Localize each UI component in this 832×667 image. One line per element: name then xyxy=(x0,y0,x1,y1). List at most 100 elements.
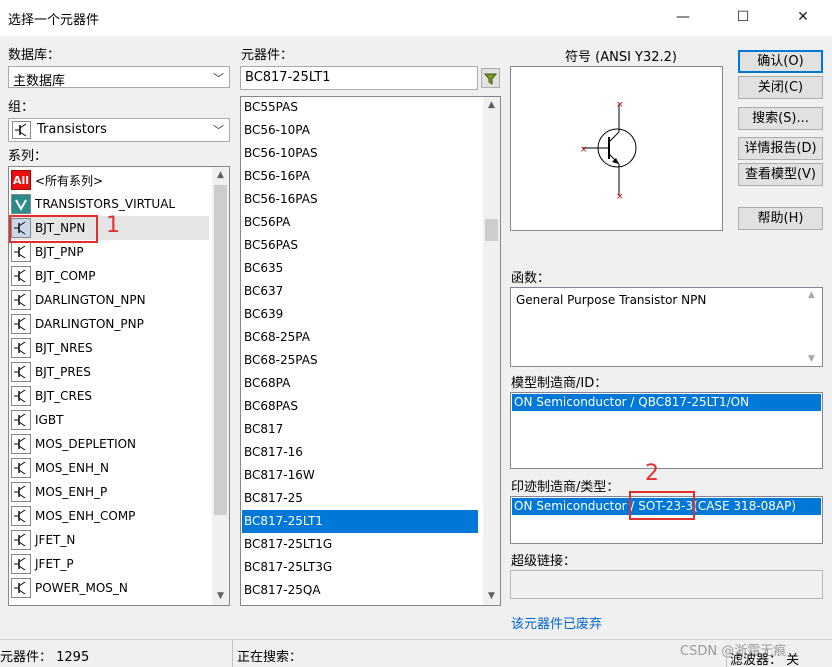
component-item[interactable]: BC55PAS xyxy=(242,97,478,119)
series-item[interactable]: All <所有系列> xyxy=(11,168,209,192)
function-box: General Purpose Transistor NPN ▲ ▼ xyxy=(510,287,823,367)
svg-text:×: × xyxy=(580,145,588,155)
component-item[interactable]: BC68-25PAS xyxy=(242,349,478,372)
mos-depletion-icon xyxy=(11,434,31,454)
deprecated-link[interactable]: 该元器件已废弃 xyxy=(511,613,602,632)
series-item[interactable]: MOS_ENH_COMP xyxy=(11,504,209,528)
series-item[interactable]: BJT_CRES xyxy=(11,384,209,408)
minimize-button[interactable]: — xyxy=(660,0,706,34)
component-scrollbar[interactable]: ▲ ▼ xyxy=(483,97,500,605)
component-item[interactable]: BC56PAS xyxy=(242,234,478,257)
scroll-thumb[interactable] xyxy=(214,185,227,515)
component-item[interactable]: BC56-16PA xyxy=(242,165,478,188)
database-select[interactable]: 主数据库 ﹀ xyxy=(8,66,230,89)
model-list[interactable]: ON Semiconductor / QBC817-25LT1/ON xyxy=(510,392,823,469)
component-item[interactable]: BC817-25LT3G xyxy=(242,556,478,579)
series-item[interactable]: BJT_PNP xyxy=(11,240,209,264)
annotation-number-2: 2 xyxy=(645,461,659,486)
series-item[interactable]: BJT_COMP xyxy=(11,264,209,288)
status-filter: 滤波器： 关 xyxy=(730,653,800,667)
bjt-nres-icon xyxy=(11,338,31,358)
component-search-input[interactable]: BC817-25LT1 xyxy=(240,66,478,90)
view-model-button[interactable]: 查看模型(V) xyxy=(738,163,823,186)
series-item[interactable]: MOS_ENH_N xyxy=(11,456,209,480)
function-scrollbar[interactable]: ▲ ▼ xyxy=(805,288,822,366)
filter-button[interactable] xyxy=(481,68,500,88)
component-item[interactable]: BC817-16W xyxy=(242,464,478,487)
series-item[interactable]: IGBT xyxy=(11,408,209,432)
scroll-up-icon[interactable]: ▲ xyxy=(483,97,500,114)
series-item[interactable]: DARLINGTON_PNP xyxy=(11,312,209,336)
series-item-label: IGBT xyxy=(35,413,64,427)
hyperlink-label: 超级链接： xyxy=(511,554,577,569)
close-button[interactable]: 关闭(C) xyxy=(738,76,823,99)
jfet-p-icon xyxy=(11,554,31,574)
window-title: 选择一个元器件 xyxy=(8,13,100,28)
component-item[interactable]: BC817-25LT1G xyxy=(242,533,478,556)
series-item-label: MOS_DEPLETION xyxy=(35,437,137,451)
help-button[interactable]: 帮助(H) xyxy=(738,207,823,230)
component-item[interactable]: BC817-16 xyxy=(242,441,478,464)
transistor-virtual-icon xyxy=(11,194,31,214)
detail-report-button[interactable]: 详情报告(D) xyxy=(738,137,823,160)
series-item-label: MOS_ENH_N xyxy=(35,461,109,475)
series-item[interactable]: POWER_MOS_N xyxy=(11,576,209,600)
component-item[interactable]: BC639 xyxy=(242,303,478,326)
series-item-label: MOS_ENH_COMP xyxy=(35,509,136,523)
jfet-n-icon xyxy=(11,530,31,550)
component-item[interactable]: BC56-16PAS xyxy=(242,188,478,211)
funnel-icon xyxy=(483,73,498,85)
svg-text:×: × xyxy=(616,192,624,202)
series-item[interactable]: MOS_DEPLETION xyxy=(11,432,209,456)
component-item[interactable]: BC817-25 xyxy=(242,487,478,510)
component-item[interactable]: BC817-25QA xyxy=(242,579,478,602)
series-item[interactable]: JFET_P xyxy=(11,552,209,576)
component-value: BC817-25LT1 xyxy=(245,70,331,85)
component-list[interactable]: BC55PAS BC56-10PA BC56-10PAS BC56-16PA BC56-… xyxy=(240,96,501,606)
ok-button[interactable]: 确认(O) xyxy=(738,50,823,73)
group-value: Transistors xyxy=(37,122,107,137)
title-bar: 选择一个元器件 — ☐ ✕ xyxy=(0,0,832,36)
group-select[interactable]: Transistors ﹀ xyxy=(8,118,230,142)
component-item[interactable]: BC817 xyxy=(242,418,478,441)
series-item-label: TRANSISTORS_VIRTUAL xyxy=(35,197,176,211)
mos-enh-n-icon xyxy=(11,458,31,478)
close-window-button[interactable]: ✕ xyxy=(780,0,826,34)
series-item[interactable]: MOS_ENH_P xyxy=(11,480,209,504)
series-item-label: BJT_CRES xyxy=(35,389,93,403)
series-item-label: BJT_PRES xyxy=(35,365,91,379)
component-item[interactable]: BC56PA xyxy=(242,211,478,234)
component-item[interactable]: BC68PAS xyxy=(242,395,478,418)
series-item-label: BJT_NRES xyxy=(35,341,93,355)
scroll-down-icon[interactable]: ▼ xyxy=(212,588,229,605)
scroll-thumb[interactable] xyxy=(485,219,498,241)
maximize-button[interactable]: ☐ xyxy=(720,0,766,34)
series-item-label: DARLINGTON_NPN xyxy=(35,293,146,307)
series-item[interactable]: BJT_PRES xyxy=(11,360,209,384)
scroll-down-icon[interactable]: ▼ xyxy=(808,354,815,364)
model-item[interactable]: ON Semiconductor / QBC817-25LT1/ON xyxy=(512,394,821,411)
series-item-label: POWER_MOS_N xyxy=(35,581,128,595)
series-item[interactable]: JFET_N xyxy=(11,528,209,552)
series-item[interactable]: BJT_NRES xyxy=(11,336,209,360)
component-item[interactable]: BC56-10PA xyxy=(242,119,478,142)
status-separator xyxy=(726,650,727,667)
hyperlink-field[interactable] xyxy=(510,570,823,599)
status-separator xyxy=(232,640,233,667)
series-item[interactable]: DARLINGTON_NPN xyxy=(11,288,209,312)
series-scrollbar[interactable]: ▲ ▼ xyxy=(212,167,229,605)
component-item[interactable]: BC68PA xyxy=(242,372,478,395)
component-item[interactable]: BC637 xyxy=(242,280,478,303)
search-button[interactable]: 搜索(S)... xyxy=(738,107,823,130)
component-item[interactable]: BC68-25PA xyxy=(242,326,478,349)
footprint-label: 印迹制造商/类型： xyxy=(511,480,620,495)
scroll-up-icon[interactable]: ▲ xyxy=(212,167,229,184)
component-item[interactable]: BC817-25LT1 xyxy=(242,510,478,533)
scroll-up-icon[interactable]: ▲ xyxy=(808,290,815,300)
scroll-down-icon[interactable]: ▼ xyxy=(483,588,500,605)
component-item[interactable]: BC56-10PAS xyxy=(242,142,478,165)
component-item[interactable]: BC635 xyxy=(242,257,478,280)
database-value: 主数据库 xyxy=(13,74,66,89)
igbt-icon xyxy=(11,410,31,430)
chevron-down-icon: ﹀ xyxy=(213,124,224,137)
